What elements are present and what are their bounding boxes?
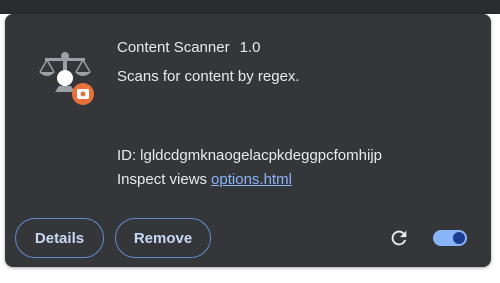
reload-icon[interactable] <box>388 227 410 249</box>
extension-title-row: Content Scanner 1.0 <box>117 39 260 56</box>
window-top-strip <box>0 0 500 14</box>
remove-button[interactable]: Remove <box>115 218 211 258</box>
extension-id-label: ID: <box>117 147 137 164</box>
extension-id-value: lgldcdgmknaogelacpkdeggpcfomhijp <box>140 147 382 164</box>
extension-id-row: ID: lgldcdgmknaogelacpkdeggpcfomhijp <box>117 147 382 164</box>
extension-name: Content Scanner <box>117 39 230 56</box>
inspect-views-row: Inspect views options.html <box>117 171 292 188</box>
scales-of-justice-icon <box>39 52 94 105</box>
toggle-knob <box>453 232 465 244</box>
extension-version: 1.0 <box>239 39 261 56</box>
extension-card: Content Scanner 1.0 Scans for content by… <box>5 14 491 267</box>
inspect-views-label: Inspect views <box>117 171 208 188</box>
extension-description: Scans for content by regex. <box>117 68 300 85</box>
details-button[interactable]: Details <box>15 218 104 258</box>
enable-toggle[interactable] <box>433 230 467 246</box>
inspect-views-link[interactable]: options.html <box>211 171 292 188</box>
